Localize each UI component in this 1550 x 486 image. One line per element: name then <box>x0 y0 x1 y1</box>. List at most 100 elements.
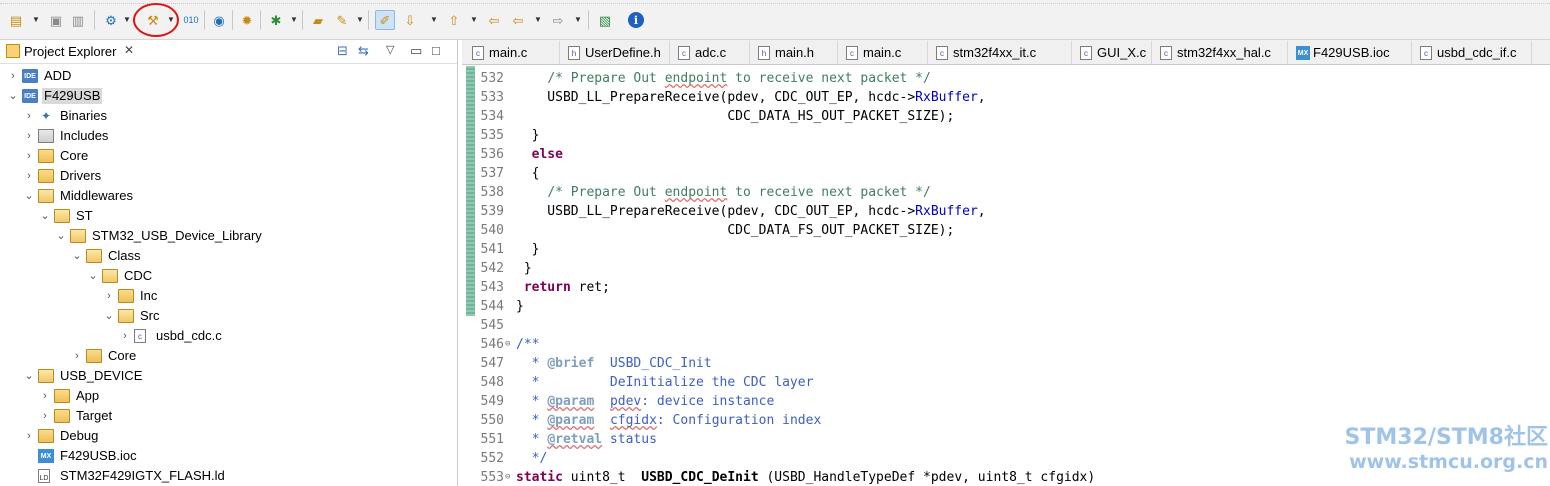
tree-item[interactable]: ⌄ STM32_USB_Device_Library <box>0 226 457 246</box>
tree-item[interactable]: › Includes <box>0 126 457 146</box>
device-config-button[interactable]: ◉ <box>209 10 229 30</box>
new-button[interactable]: ▤ <box>6 10 26 30</box>
expanded-arrow-icon[interactable]: ⌄ <box>56 229 66 243</box>
debug-dropdown-button[interactable]: ▼ <box>290 10 298 30</box>
save-button[interactable]: ▣ <box>46 10 66 30</box>
expanded-arrow-icon[interactable]: ⌄ <box>88 269 98 283</box>
expanded-arrow-icon[interactable]: ⌄ <box>40 209 50 223</box>
collapse-all-button[interactable]: ⊟ <box>337 43 348 59</box>
editor-tab[interactable]: c stm32f4xx_it.c <box>928 41 1072 65</box>
tree-item[interactable]: ⌄ ST <box>0 206 457 226</box>
tree-item[interactable]: › App <box>0 386 457 406</box>
collapsed-arrow-icon[interactable]: › <box>24 429 34 443</box>
forward-button[interactable]: ⇨ <box>548 10 568 30</box>
collapsed-arrow-icon[interactable]: › <box>120 329 130 343</box>
collapsed-arrow-icon[interactable]: › <box>24 169 34 183</box>
link-with-editor-button[interactable]: ⇆ <box>358 43 369 59</box>
previous-annotation-button[interactable]: ⇧ <box>444 10 464 30</box>
save-all-button[interactable]: ▥ <box>68 10 88 30</box>
forward-dropdown-button[interactable]: ▼ <box>574 10 582 30</box>
code-line[interactable]: 538 /* Prepare Out endpoint to receive n… <box>462 183 1550 202</box>
close-tab-button[interactable]: ✕ <box>124 43 134 57</box>
debug-button[interactable]: ✱ <box>266 10 286 30</box>
code-line[interactable]: 537 { <box>462 164 1550 183</box>
last-edit-location-button[interactable]: ⇦ <box>484 10 504 30</box>
external-tools-dropdown-button[interactable]: ▼ <box>356 10 364 30</box>
editor-tab[interactable]: c usbd_cdc_if.c <box>1412 41 1532 65</box>
maximize-button[interactable]: □ <box>432 43 440 58</box>
minimize-button[interactable]: ▭ <box>410 43 422 59</box>
back-button[interactable]: ⇦ <box>508 10 528 30</box>
code-line[interactable]: 532 /* Prepare Out endpoint to receive n… <box>462 69 1550 88</box>
code-line[interactable]: 535 } <box>462 126 1550 145</box>
tree-item[interactable]: MX F429USB.ioc <box>0 446 457 466</box>
collapsed-arrow-icon[interactable]: › <box>8 69 18 83</box>
tree-item[interactable]: › Inc <box>0 286 457 306</box>
collapsed-arrow-icon[interactable]: › <box>104 289 114 303</box>
expanded-arrow-icon[interactable]: ⌄ <box>104 309 114 323</box>
tree-item[interactable]: › Debug <box>0 426 457 446</box>
tree-item[interactable]: ⌄ IDE F429USB <box>0 86 457 106</box>
binary-button[interactable]: 010 <box>181 10 201 30</box>
code-line[interactable]: 540 CDC_DATA_FS_OUT_PACKET_SIZE); <box>462 221 1550 240</box>
code-line[interactable]: 534 CDC_DATA_HS_OUT_PACKET_SIZE); <box>462 107 1550 126</box>
tree-item[interactable]: › Target <box>0 406 457 426</box>
code-line[interactable]: 542 } <box>462 259 1550 278</box>
mark-occurrences-toggle[interactable]: ✐ <box>375 10 395 30</box>
tree-item[interactable]: ⌄ Middlewares <box>0 186 457 206</box>
tree-item[interactable]: ⌄ Class <box>0 246 457 266</box>
code-line[interactable]: 544} <box>462 297 1550 316</box>
tree-item[interactable]: › Core <box>0 146 457 166</box>
code-line[interactable]: 548 * DeInitialize the CDC layer <box>462 373 1550 392</box>
expanded-arrow-icon[interactable]: ⌄ <box>72 249 82 263</box>
editor-tab[interactable]: h UserDefine.h <box>560 41 670 65</box>
tree-item[interactable]: › Drivers <box>0 166 457 186</box>
build-dropdown-button[interactable]: ▼ <box>167 10 175 30</box>
fold-toggle-icon[interactable]: ⊖ <box>505 468 510 486</box>
build-configurations-button[interactable]: ⚙ <box>101 10 121 30</box>
collapsed-arrow-icon[interactable]: › <box>72 349 82 363</box>
connect-button[interactable]: ✹ <box>237 10 257 30</box>
editor-tab[interactable]: c GUI_X.c <box>1072 41 1152 65</box>
tree-item[interactable]: ⌄ Src <box>0 306 457 326</box>
code-line[interactable]: 547 * @brief USBD_CDC_Init <box>462 354 1550 373</box>
editor-tab[interactable]: c main.c <box>838 41 928 65</box>
previous-annotation-dropdown-button[interactable]: ▼ <box>470 10 478 30</box>
collapsed-arrow-icon[interactable]: › <box>24 109 34 123</box>
expanded-arrow-icon[interactable]: ⌄ <box>24 189 34 203</box>
next-annotation-button[interactable]: ⇩ <box>400 10 420 30</box>
code-line[interactable]: 543 return ret; <box>462 278 1550 297</box>
external-tools-button[interactable]: ✎ <box>332 10 352 30</box>
code-line[interactable]: 545 <box>462 316 1550 335</box>
collapsed-arrow-icon[interactable]: › <box>24 129 34 143</box>
tree-item[interactable]: LD STM32F429IGTX_FLASH.ld <box>0 466 457 486</box>
next-annotation-dropdown-button[interactable]: ▼ <box>430 10 438 30</box>
editor-tab[interactable]: h main.h <box>750 41 838 65</box>
new-dropdown-button[interactable]: ▼ <box>32 10 40 30</box>
tree-item[interactable]: › IDE ADD <box>0 66 457 86</box>
expanded-arrow-icon[interactable]: ⌄ <box>8 89 18 103</box>
code-line[interactable]: 533 USBD_LL_PrepareReceive(pdev, CDC_OUT… <box>462 88 1550 107</box>
back-dropdown-button[interactable]: ▼ <box>534 10 542 30</box>
expanded-arrow-icon[interactable]: ⌄ <box>24 369 34 383</box>
code-line[interactable]: 539 USBD_LL_PrepareReceive(pdev, CDC_OUT… <box>462 202 1550 221</box>
editor-tab[interactable]: c main.c <box>464 41 560 65</box>
build-button[interactable]: ⚒ <box>143 10 163 30</box>
code-line[interactable]: 546 ⊖ /** <box>462 335 1550 354</box>
editor-tab[interactable]: c stm32f4xx_hal.c <box>1152 41 1288 65</box>
collapsed-arrow-icon[interactable]: › <box>40 409 50 423</box>
editor-tab[interactable]: MX F429USB.ioc <box>1288 41 1412 65</box>
code-line[interactable]: 536 else <box>462 145 1550 164</box>
tree-item[interactable]: ⌄ CDC <box>0 266 457 286</box>
editor-tab[interactable]: c adc.c <box>670 41 750 65</box>
collapsed-arrow-icon[interactable]: › <box>40 389 50 403</box>
view-menu-button[interactable]: ▽ <box>386 43 394 56</box>
code-line[interactable]: 541 } <box>462 240 1550 259</box>
open-perspective-button[interactable]: ▧ <box>595 10 615 30</box>
tree-item[interactable]: › Core <box>0 346 457 366</box>
fold-toggle-icon[interactable]: ⊖ <box>505 335 510 354</box>
collapsed-arrow-icon[interactable]: › <box>24 149 34 163</box>
tree-item[interactable]: ⌄ USB_DEVICE <box>0 366 457 386</box>
build-config-dropdown-button[interactable]: ▼ <box>123 10 131 30</box>
open-folder-button[interactable]: ▰ <box>308 10 328 30</box>
